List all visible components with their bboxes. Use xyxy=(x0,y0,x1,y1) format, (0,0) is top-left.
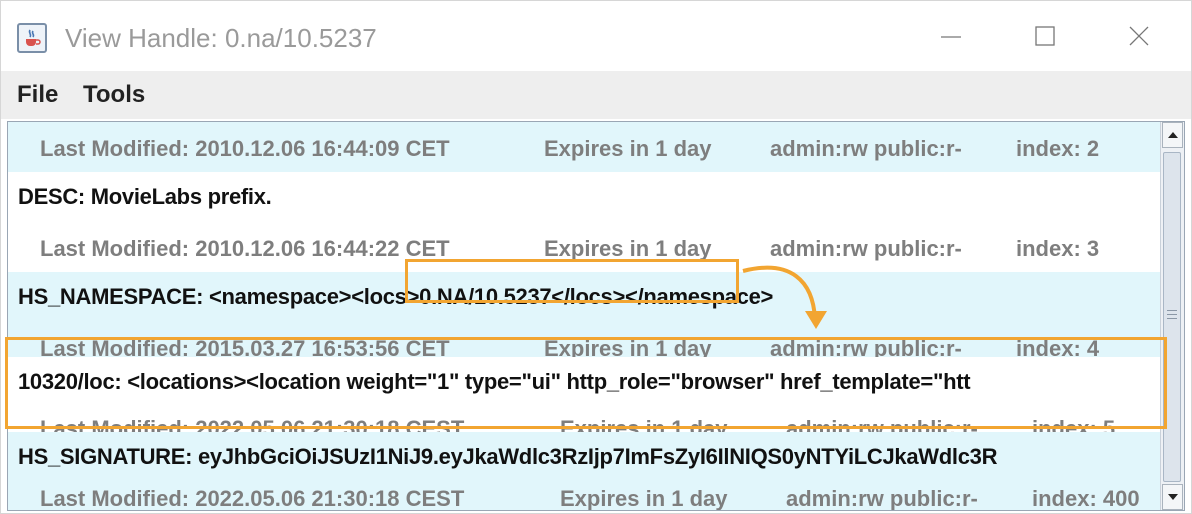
last-modified: Last Modified: 2010.12.06 16:44:22 CET xyxy=(40,236,450,261)
record-value-row[interactable]: DESC: MovieLabs prefix. xyxy=(8,172,1160,222)
permissions: admin:rw public:r- xyxy=(786,486,978,510)
record-meta-row[interactable]: Last Modified: 2010.12.06 16:44:09 CET E… xyxy=(8,122,1160,172)
record-value: HS_SIGNATURE: eyJhbGciOiJSUzI1NiJ9.eyJka… xyxy=(18,444,998,469)
scroll-up-button[interactable] xyxy=(1162,122,1183,148)
expires: Expires in 1 day xyxy=(544,236,712,261)
java-cup-icon xyxy=(17,23,47,53)
expires: Expires in 1 day xyxy=(560,486,728,510)
permissions: admin:rw public:r- xyxy=(770,136,962,161)
scroll-down-button[interactable] xyxy=(1162,484,1183,510)
index: index: 400 xyxy=(1032,486,1140,510)
record-value: 10320/loc: <locations><location weight="… xyxy=(18,369,971,394)
record-value-row[interactable]: HS_NAMESPACE: <namespace><locs>0.NA/10.5… xyxy=(8,272,1160,322)
menu-file[interactable]: File xyxy=(17,81,58,109)
maximize-button[interactable] xyxy=(1017,11,1073,61)
arrow-down-icon xyxy=(1167,494,1178,500)
value-prefix: HS_NAMESPACE: <namespace> xyxy=(18,284,352,309)
window-title: View Handle: 0.na/10.5237 xyxy=(65,23,377,53)
last-modified: Last Modified: 2022.05.06 21:30:18 CEST xyxy=(40,486,465,510)
view-handle-window: View Handle: 0.na/10.5237 File Tools Las… xyxy=(0,0,1192,514)
title-bar[interactable]: View Handle: 0.na/10.5237 xyxy=(1,1,1191,71)
menu-bar: File Tools xyxy=(1,71,1191,119)
arrow-up-icon xyxy=(1167,132,1178,138)
index: index: 3 xyxy=(1016,236,1100,261)
record-meta-row[interactable]: Last Modified: 2022.05.06 21:30:18 CEST … xyxy=(8,472,1160,510)
record-value-row[interactable]: 10320/loc: <locations><location weight="… xyxy=(8,357,1160,407)
record-value: DESC: MovieLabs prefix. xyxy=(18,184,272,209)
record-value: HS_NAMESPACE: <namespace><locs>0.NA/10.5… xyxy=(18,284,773,310)
handle-values-list[interactable]: Last Modified: 2010.12.06 16:44:09 CET E… xyxy=(8,122,1160,510)
scroll-thumb[interactable] xyxy=(1163,152,1181,482)
permissions: admin:rw public:r- xyxy=(770,236,962,261)
value-suffix: </namespace> xyxy=(625,284,774,309)
expires: Expires in 1 day xyxy=(544,136,712,161)
maximize-icon xyxy=(1035,26,1055,46)
last-modified: Last Modified: 2010.12.06 16:44:09 CET xyxy=(40,136,450,161)
close-icon xyxy=(1129,26,1149,46)
vertical-scrollbar[interactable] xyxy=(1160,122,1184,510)
record-meta-row[interactable]: Last Modified: 2010.12.06 16:44:22 CET E… xyxy=(8,222,1160,272)
menu-tools[interactable]: Tools xyxy=(83,81,145,109)
value-highlight: <locs>0.NA/10.5237</locs> xyxy=(351,284,626,309)
handle-values-panel: Last Modified: 2010.12.06 16:44:09 CET E… xyxy=(7,121,1185,511)
minimize-button[interactable] xyxy=(923,11,979,61)
minimize-icon xyxy=(941,36,961,38)
close-button[interactable] xyxy=(1111,11,1167,61)
index: index: 2 xyxy=(1016,136,1100,161)
